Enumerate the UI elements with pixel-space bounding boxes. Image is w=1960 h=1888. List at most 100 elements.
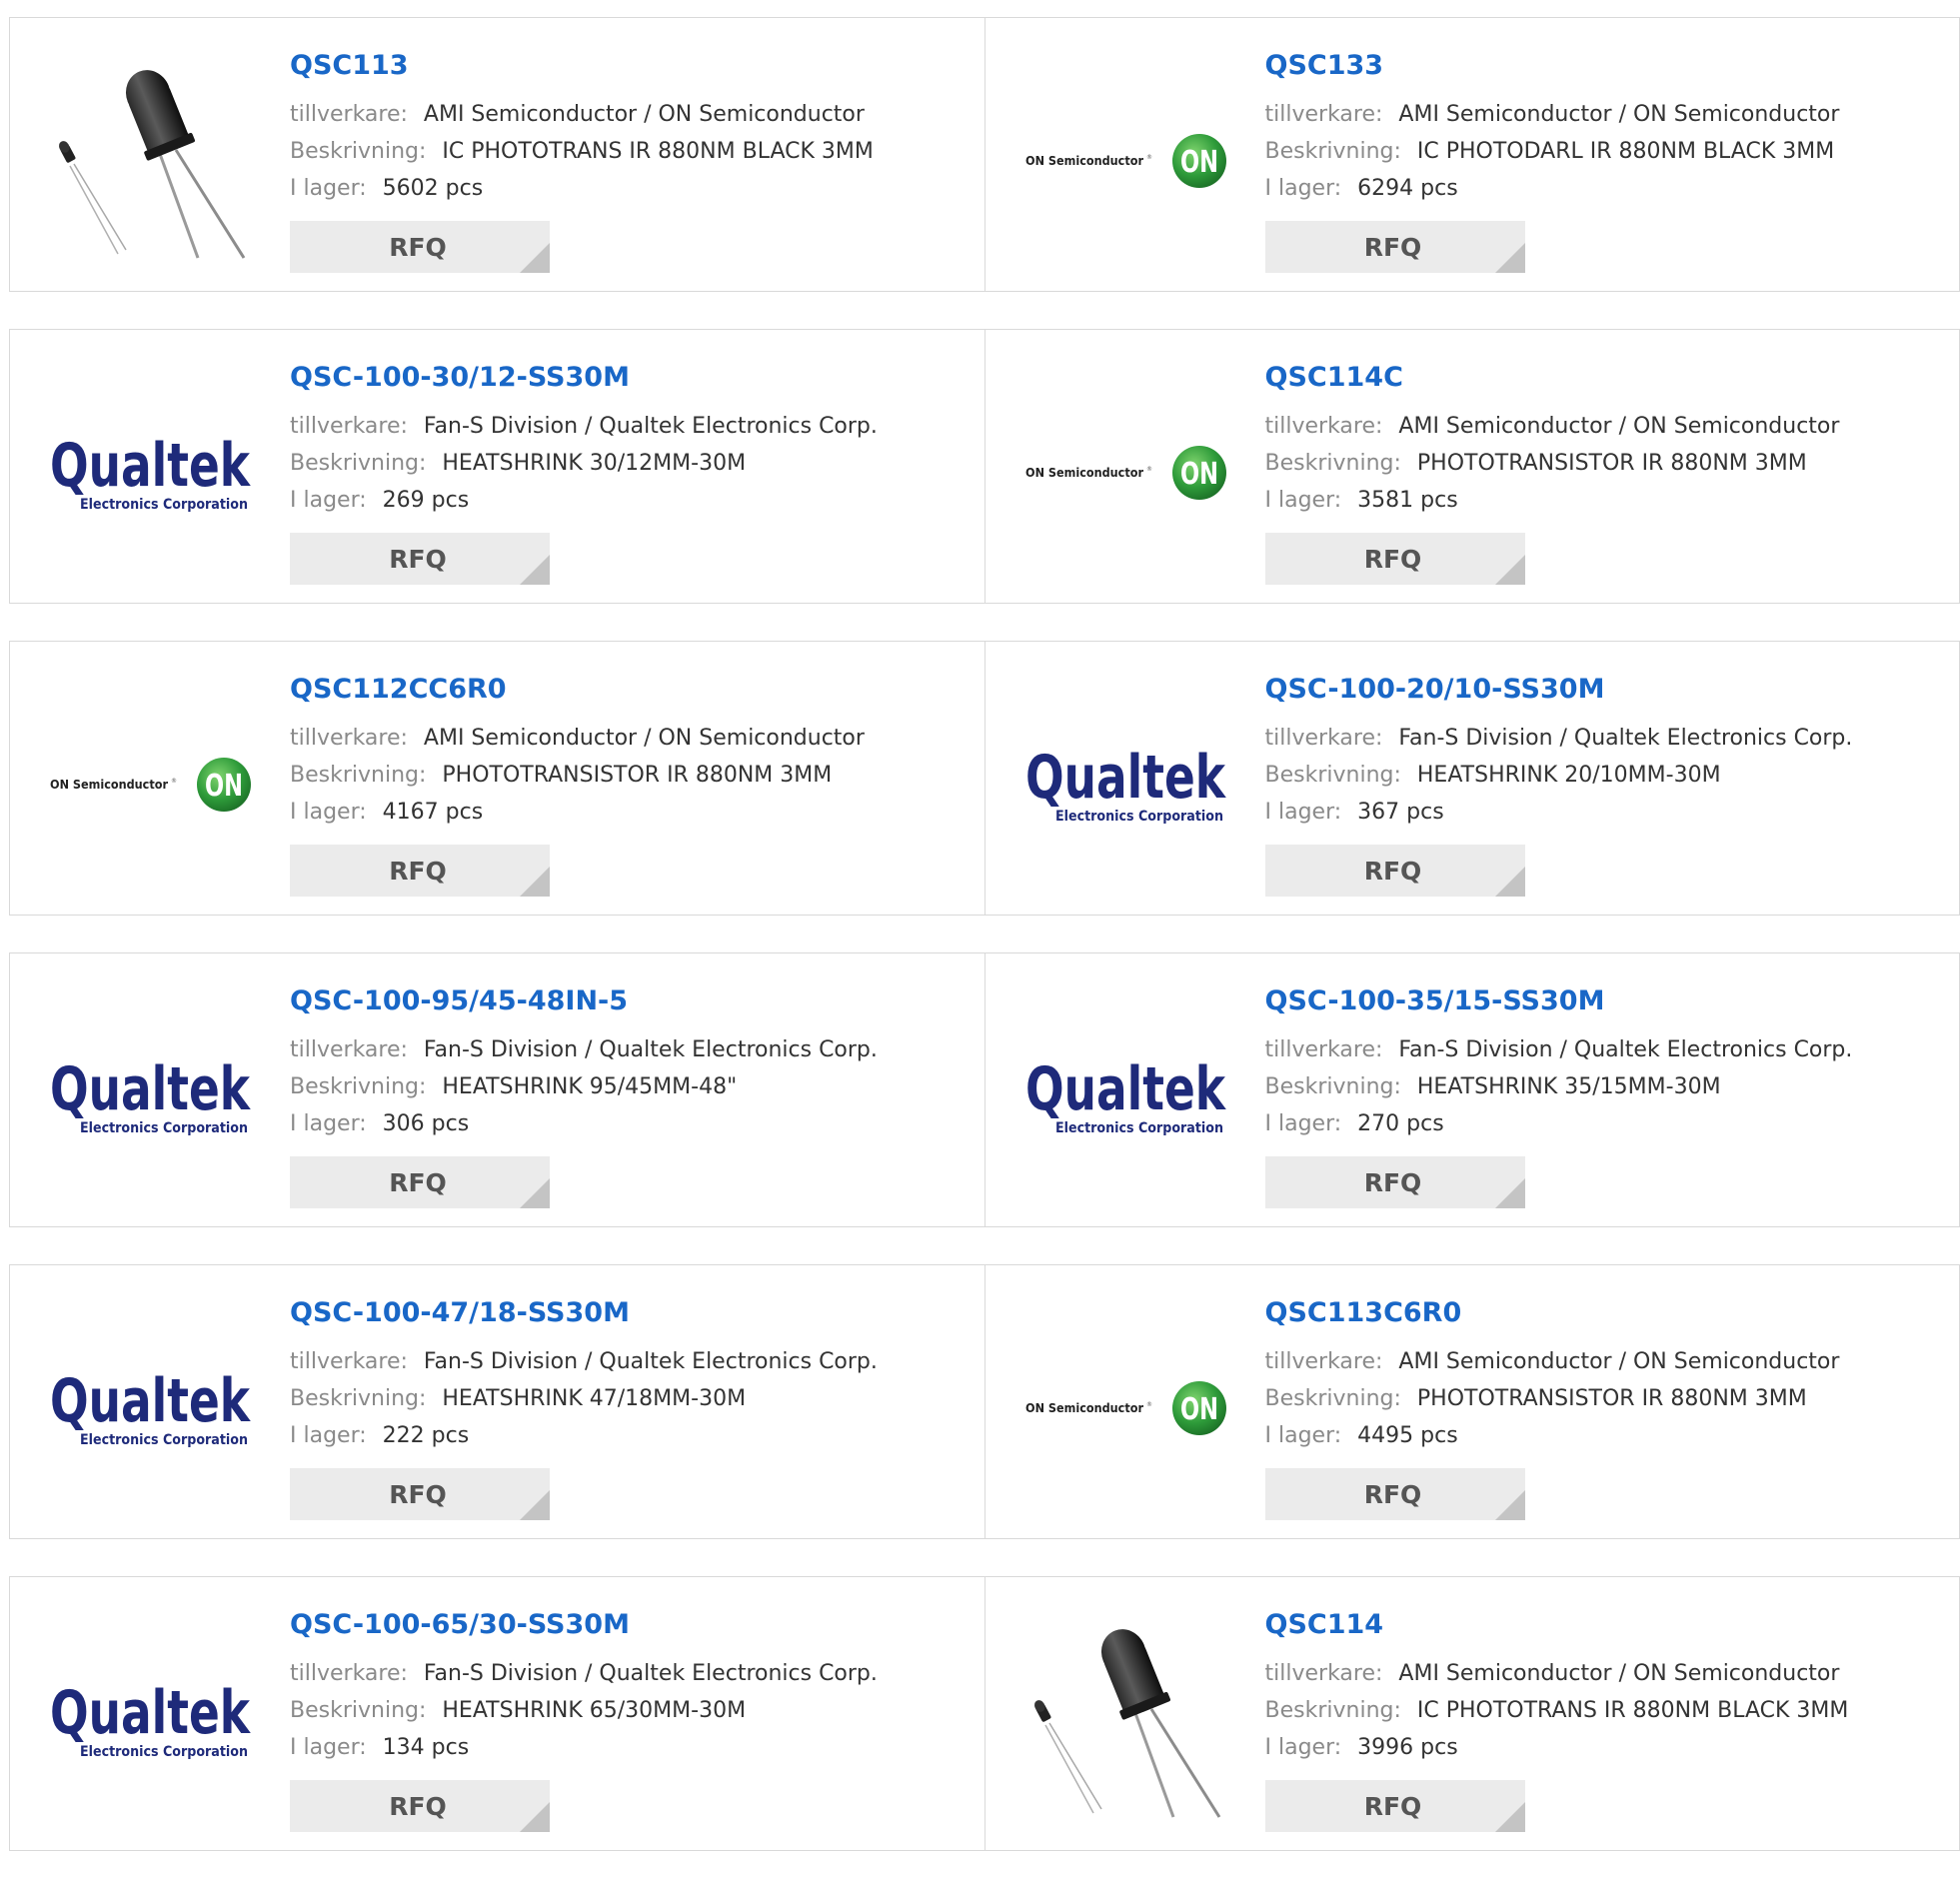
corner-decoration: [520, 555, 550, 585]
stock-value: 222 pcs: [383, 1423, 470, 1448]
stock-line: I lager:222 pcs: [290, 1417, 970, 1454]
product-info: QSC-100-35/15-SS30M tillverkare:Fan-S Di…: [1265, 983, 1945, 1208]
description-value: PHOTOTRANSISTOR IR 880NM 3MM: [442, 763, 832, 788]
svg-text:®: ®: [1146, 1401, 1152, 1408]
description-label: Beskrivning:: [290, 1074, 426, 1099]
corner-decoration: [1495, 1490, 1525, 1520]
product-image[interactable]: Qualtek Electronics Corporation: [1023, 993, 1227, 1197]
product-image[interactable]: Qualtek Electronics Corporation: [48, 1305, 252, 1509]
part-number-link[interactable]: QSC114: [1265, 1607, 1945, 1643]
description-line: Beskrivning:HEATSHRINK 35/15MM-30M: [1265, 1068, 1945, 1105]
stock-line: I lager: 4495 pcs: [1265, 1417, 1945, 1454]
part-number-link[interactable]: QSC114C: [1265, 360, 1945, 396]
description-label: Beskrivning:: [1265, 1698, 1401, 1723]
rfq-label: RFQ: [389, 1480, 447, 1509]
rfq-button[interactable]: RFQ: [290, 1468, 550, 1520]
part-number-link[interactable]: QSC-100-95/45-48IN-5: [290, 983, 970, 1019]
corner-decoration: [1495, 243, 1525, 273]
svg-text:ON: ON: [1180, 1392, 1218, 1427]
stock-label: I lager:: [1265, 800, 1342, 825]
product-info: QSC133 tillverkare:AMI Semiconductor / O…: [1265, 48, 1945, 273]
stock-label: I lager:: [1265, 1423, 1342, 1448]
rfq-button[interactable]: RFQ: [1265, 221, 1525, 273]
description-line: Beskrivning:HEATSHRINK 65/30MM-30M: [290, 1692, 970, 1729]
svg-text:Qualtek: Qualtek: [50, 1054, 252, 1124]
stock-value: 4495 pcs: [1357, 1423, 1458, 1448]
product-info: QSC-100-20/10-SS30M tillverkare:Fan-S Di…: [1265, 672, 1945, 897]
description-value: IC PHOTODARL IR 880NM BLACK 3MM: [1417, 139, 1834, 164]
product-image[interactable]: [48, 58, 252, 262]
rfq-button[interactable]: RFQ: [1265, 1156, 1525, 1208]
corner-decoration: [1495, 555, 1525, 585]
part-number-link[interactable]: QSC-100-35/15-SS30M: [1265, 983, 1945, 1019]
svg-text:®: ®: [1146, 466, 1152, 473]
stock-label: I lager:: [1265, 1735, 1342, 1760]
stock-line: I lager:270 pcs: [1265, 1105, 1945, 1142]
description-label: Beskrivning:: [1265, 139, 1401, 164]
product-info: QSC-100-65/30-SS30M tillverkare:Fan-S Di…: [290, 1607, 970, 1832]
rfq-button[interactable]: RFQ: [290, 1156, 550, 1208]
svg-text:ON: ON: [1180, 457, 1218, 492]
svg-text:®: ®: [171, 778, 177, 785]
svg-text:®: ®: [1146, 154, 1152, 161]
manufacturer-value: AMI Semiconductor / ON Semiconductor: [424, 726, 865, 751]
product-image[interactable]: Qualtek Electronics Corporation: [48, 1617, 252, 1821]
qualtek-logo-icon: Qualtek Electronics Corporation: [48, 1047, 252, 1143]
manufacturer-label: tillverkare:: [290, 1349, 408, 1374]
manufacturer-label: tillverkare:: [290, 414, 408, 439]
rfq-button[interactable]: RFQ: [1265, 533, 1525, 585]
part-number-link[interactable]: QSC-100-30/12-SS30M: [290, 360, 970, 396]
svg-text:Electronics Corporation: Electronics Corporation: [1055, 1120, 1223, 1136]
rfq-button[interactable]: RFQ: [290, 845, 550, 897]
product-card: Qualtek Electronics Corporation QSC-100-…: [985, 641, 1960, 916]
description-label: Beskrivning:: [290, 139, 426, 164]
product-image[interactable]: Qualtek Electronics Corporation: [1023, 682, 1227, 886]
description-line: Beskrivning:HEATSHRINK 30/12MM-30M: [290, 445, 970, 482]
description-value: IC PHOTOTRANS IR 880NM BLACK 3MM: [442, 139, 873, 164]
rfq-label: RFQ: [389, 233, 447, 262]
rfq-button[interactable]: RFQ: [290, 221, 550, 273]
corner-decoration: [1495, 867, 1525, 897]
manufacturer-line: tillverkare:AMI Semiconductor / ON Semic…: [1265, 1343, 1945, 1380]
corner-decoration: [520, 243, 550, 273]
manufacturer-value: Fan-S Division / Qualtek Electronics Cor…: [424, 1037, 878, 1062]
product-image[interactable]: ON Semiconductor ® ON: [1023, 1305, 1227, 1509]
part-number-link[interactable]: QSC113: [290, 48, 970, 84]
part-number-link[interactable]: QSC-100-47/18-SS30M: [290, 1295, 970, 1331]
description-label: Beskrivning:: [290, 763, 426, 788]
stock-value: 4167 pcs: [383, 800, 484, 825]
description-value: PHOTOTRANSISTOR IR 880NM 3MM: [1417, 451, 1807, 476]
product-image[interactable]: Qualtek Electronics Corporation: [48, 370, 252, 574]
description-line: Beskrivning: IC PHOTODARL IR 880NM BLACK …: [1265, 133, 1945, 170]
product-image[interactable]: ON Semiconductor ® ON: [48, 682, 252, 886]
part-number-link[interactable]: QSC-100-20/10-SS30M: [1265, 672, 1945, 708]
rfq-button[interactable]: RFQ: [1265, 845, 1525, 897]
product-image[interactable]: Qualtek Electronics Corporation: [48, 993, 252, 1197]
on-semiconductor-logo-icon: ON Semiconductor ® ON: [1023, 1372, 1227, 1442]
stock-label: I lager:: [290, 488, 367, 513]
manufacturer-line: tillverkare:Fan-S Division / Qualtek Ele…: [290, 1031, 970, 1068]
product-image[interactable]: ON Semiconductor ® ON: [1023, 370, 1227, 574]
part-number-link[interactable]: QSC133: [1265, 48, 1945, 84]
part-number-link[interactable]: QSC113C6R0: [1265, 1295, 1945, 1331]
description-line: Beskrivning: PHOTOTRANSISTOR IR 880NM 3MM: [290, 757, 970, 794]
rfq-button[interactable]: RFQ: [1265, 1780, 1525, 1832]
product-card: Qualtek Electronics Corporation QSC-100-…: [9, 329, 985, 604]
rfq-button[interactable]: RFQ: [1265, 1468, 1525, 1520]
rfq-button[interactable]: RFQ: [290, 1780, 550, 1832]
description-value: IC PHOTOTRANS IR 880NM BLACK 3MM: [1417, 1698, 1848, 1723]
part-number-link[interactable]: QSC-100-65/30-SS30M: [290, 1607, 970, 1643]
svg-text:Electronics Corporation: Electronics Corporation: [1055, 809, 1223, 825]
rfq-button[interactable]: RFQ: [290, 533, 550, 585]
manufacturer-label: tillverkare:: [290, 102, 408, 127]
part-number-link[interactable]: QSC112CC6R0: [290, 672, 970, 708]
qualtek-logo-icon: Qualtek Electronics Corporation: [48, 1359, 252, 1455]
manufacturer-label: tillverkare:: [1265, 1661, 1383, 1686]
corner-decoration: [520, 1178, 550, 1208]
corner-decoration: [520, 1490, 550, 1520]
product-image[interactable]: ON Semiconductor ® ON: [1023, 58, 1227, 262]
manufacturer-value: Fan-S Division / Qualtek Electronics Cor…: [1398, 1037, 1852, 1062]
phototransistor-photo-icon: [48, 58, 252, 262]
product-image[interactable]: [1023, 1617, 1227, 1821]
description-value: HEATSHRINK 47/18MM-30M: [442, 1386, 746, 1411]
